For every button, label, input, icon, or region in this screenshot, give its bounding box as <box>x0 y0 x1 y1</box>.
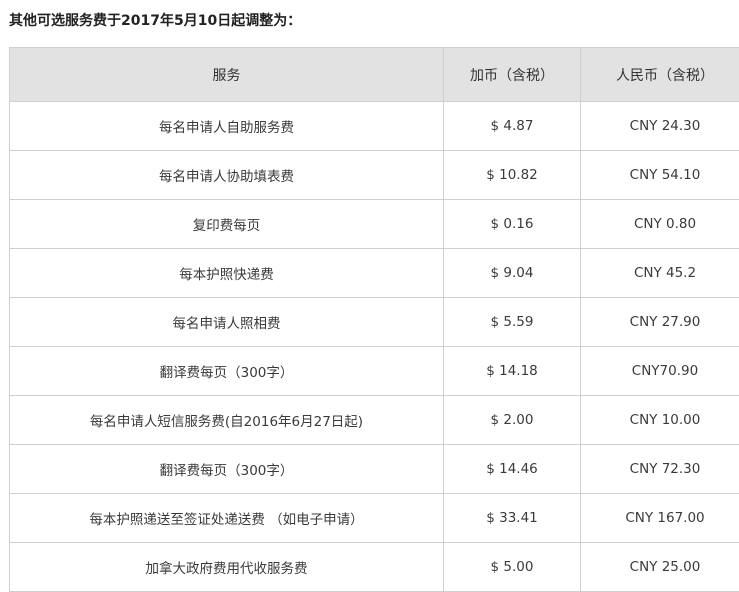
header-cny: 人民币（含税） <box>581 48 739 102</box>
cad-price-cell: $ 0.16 <box>444 200 581 249</box>
service-cell: 每名申请人协助填表费 <box>10 151 444 200</box>
header-cad: 加币（含税） <box>444 48 581 102</box>
page-title: 其他可选服务费于2017年5月10日起调整为： <box>9 10 301 30</box>
cad-price-cell: $ 2.00 <box>444 396 581 445</box>
cad-price-cell: $ 9.04 <box>444 249 581 298</box>
cny-price-cell: CNY 54.10 <box>581 151 739 200</box>
cad-price-cell: $ 5.00 <box>444 543 581 592</box>
cad-price-cell: $ 33.41 <box>444 494 581 543</box>
header-service: 服务 <box>10 48 444 102</box>
service-cell: 每名申请人自助服务费 <box>10 102 444 151</box>
fee-table: 服务 加币（含税） 人民币（含税） 每名申请人自助服务费$ 4.87CNY 24… <box>9 47 739 592</box>
cad-price-cell: $ 14.18 <box>444 347 581 396</box>
table-row: 每名申请人自助服务费$ 4.87CNY 24.30 <box>10 102 739 151</box>
service-cell: 翻译费每页（300字） <box>10 445 444 494</box>
table-row: 每名申请人短信服务费(自2016年6月27日起)$ 2.00CNY 10.00 <box>10 396 739 445</box>
cny-price-cell: CNY70.90 <box>581 347 739 396</box>
table-header-row: 服务 加币（含税） 人民币（含税） <box>10 48 739 102</box>
table-row: 翻译费每页（300字）$ 14.18CNY70.90 <box>10 347 739 396</box>
service-cell: 翻译费每页（300字） <box>10 347 444 396</box>
service-cell: 复印费每页 <box>10 200 444 249</box>
table-row: 复印费每页$ 0.16CNY 0.80 <box>10 200 739 249</box>
cny-price-cell: CNY 10.00 <box>581 396 739 445</box>
table-row: 翻译费每页（300字）$ 14.46CNY 72.30 <box>10 445 739 494</box>
cad-price-cell: $ 10.82 <box>444 151 581 200</box>
cny-price-cell: CNY 24.30 <box>581 102 739 151</box>
table-row: 每本护照快递费$ 9.04CNY 45.2 <box>10 249 739 298</box>
cad-price-cell: $ 14.46 <box>444 445 581 494</box>
cad-price-cell: $ 5.59 <box>444 298 581 347</box>
table-row: 每本护照递送至签证处递送费 （如电子申请）$ 33.41CNY 167.00 <box>10 494 739 543</box>
table-row: 每名申请人协助填表费$ 10.82CNY 54.10 <box>10 151 739 200</box>
cny-price-cell: CNY 27.90 <box>581 298 739 347</box>
cny-price-cell: CNY 72.30 <box>581 445 739 494</box>
service-cell: 每本护照递送至签证处递送费 （如电子申请） <box>10 494 444 543</box>
table-row: 每名申请人照相费$ 5.59CNY 27.90 <box>10 298 739 347</box>
cny-price-cell: CNY 25.00 <box>581 543 739 592</box>
cny-price-cell: CNY 0.80 <box>581 200 739 249</box>
cny-price-cell: CNY 45.2 <box>581 249 739 298</box>
service-cell: 每本护照快递费 <box>10 249 444 298</box>
service-cell: 加拿大政府费用代收服务费 <box>10 543 444 592</box>
table-row: 加拿大政府费用代收服务费$ 5.00CNY 25.00 <box>10 543 739 592</box>
cad-price-cell: $ 4.87 <box>444 102 581 151</box>
service-cell: 每名申请人短信服务费(自2016年6月27日起) <box>10 396 444 445</box>
cny-price-cell: CNY 167.00 <box>581 494 739 543</box>
service-cell: 每名申请人照相费 <box>10 298 444 347</box>
